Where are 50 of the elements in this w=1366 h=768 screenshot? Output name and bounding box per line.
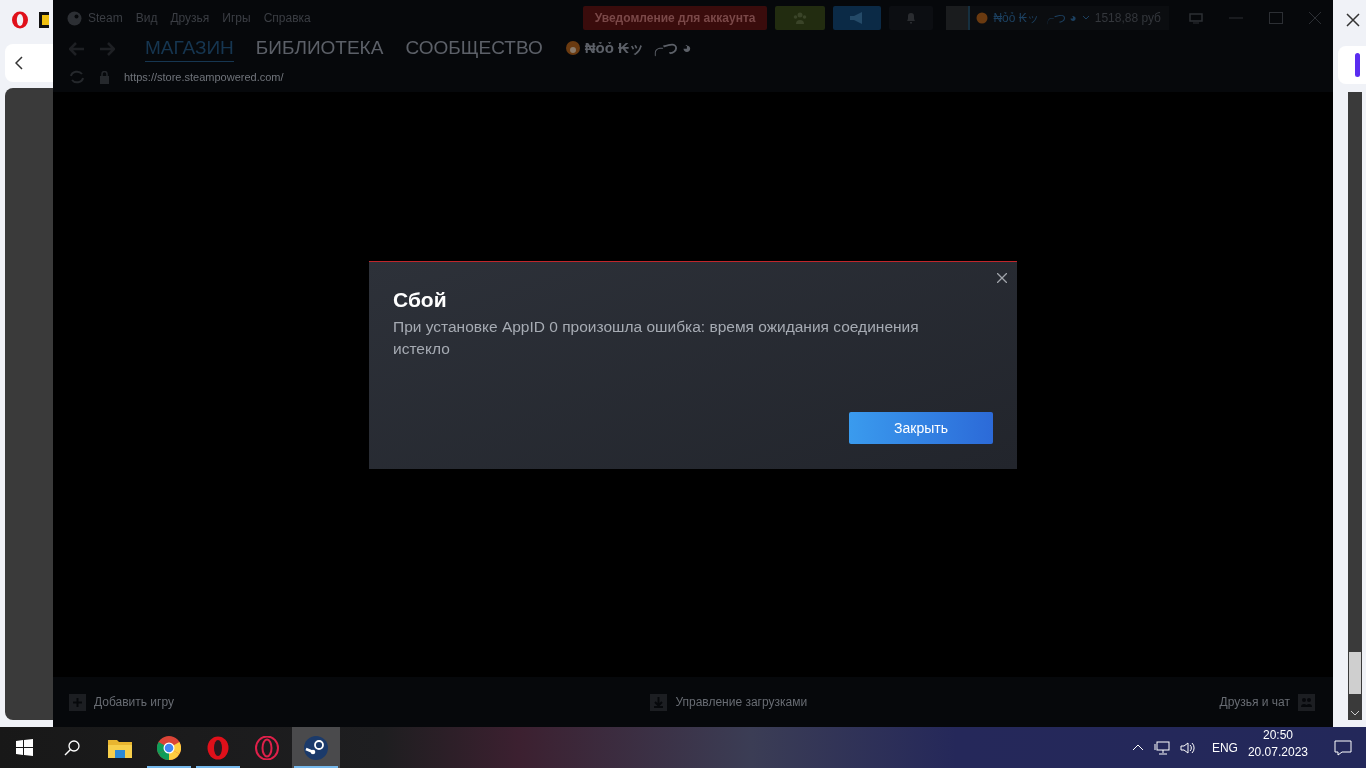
speech-bubble-icon [1334,739,1352,756]
menu-item[interactable]: Вид [135,11,158,25]
people-icon [1298,693,1315,711]
chevron-left-icon [15,56,23,70]
speaker-icon[interactable] [1179,740,1196,755]
close-button[interactable]: Закрыть [849,411,993,444]
bell-icon [906,12,917,24]
opera-gx-icon [255,735,279,760]
sidebar-indicator [1355,53,1360,77]
add-game-button[interactable]: Добавить игру [69,693,174,711]
friends-chat-button[interactable]: Друзья и чат [1219,693,1315,711]
windows-logo-icon [15,739,33,756]
taskbar-app[interactable] [292,727,340,768]
date-text: 20.07.2023 [1247,744,1308,761]
dialog-title: Сбой [393,287,448,312]
chrome-icon [157,735,181,760]
people-icon [793,12,808,24]
lock-icon [99,70,110,84]
menu-item[interactable]: Друзья [170,11,210,25]
chevron-up-icon[interactable] [1131,744,1144,751]
error-message: При установке AppID 0 произошла ошибка: время ожидания соединения истекло [393,316,920,359]
downloads-button[interactable]: Управление загрузками [650,693,808,711]
network-icon[interactable] [1153,740,1170,755]
account-alert-button[interactable]: Уведомление для аккаунта [582,6,768,30]
tab-favicon-icon[interactable] [39,12,49,28]
nav-tab[interactable]: ₦ỏỏ ₭ッ ╭つ ◕ [564,38,692,63]
scrollbar-thumb[interactable] [1348,652,1361,694]
url-text[interactable]: https://store.steampowered.com/ [124,71,284,83]
close-icon[interactable] [997,272,1007,283]
menu-item[interactable]: Игры [222,11,251,25]
close-icon[interactable] [1345,13,1360,27]
steam-icon [304,735,328,760]
nav-tab[interactable]: СООБЩЕСТВО [405,37,543,64]
scrollbar[interactable] [1347,92,1362,720]
nav-tab[interactable]: БИБЛИОТЕКА [255,37,384,64]
menu-item[interactable]: Steam [88,11,123,25]
language-indicator[interactable]: ENG [1211,740,1238,755]
username: ₦ỏỏ ₭ッ ╭つ ◕ [993,9,1077,27]
opera-icon [207,735,229,760]
clock[interactable]: 20:50 20.07.2023 [1247,727,1308,768]
steam-logo-icon [67,10,82,26]
tiger-avatar-icon [976,12,989,24]
chevron-down-icon [1081,15,1090,21]
tiger-avatar-icon [564,40,581,56]
search-icon [64,739,80,756]
folder-icon [108,737,132,758]
opera-logo-icon[interactable] [11,11,29,29]
menu-item[interactable]: Справка [263,11,311,25]
chevron-down-icon[interactable] [1349,710,1360,716]
time-text: 20:50 [1262,727,1293,744]
